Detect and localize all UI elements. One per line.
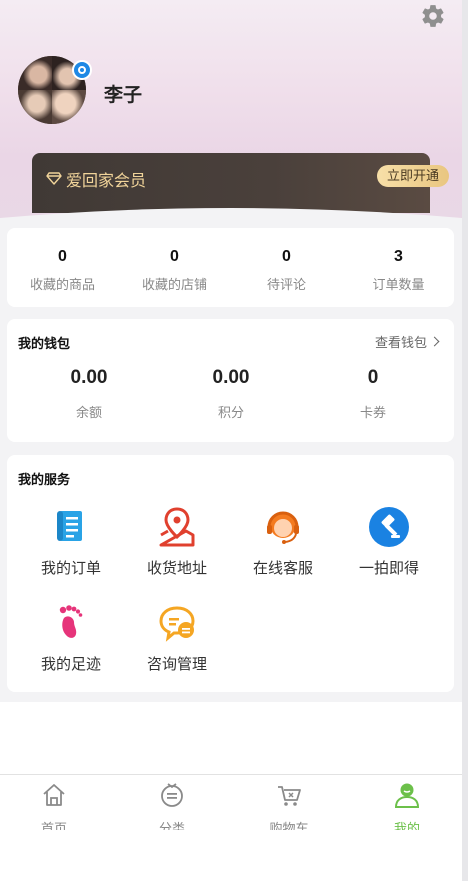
service-online-support[interactable]: 在线客服	[231, 505, 335, 578]
services-title: 我的服务	[18, 472, 71, 487]
tab-label: 首页	[40, 821, 67, 830]
avatar-photo-3	[18, 90, 52, 124]
wallet-label: 余额	[75, 405, 102, 420]
service-label: 一拍即得	[358, 560, 419, 577]
tab-mine[interactable]: 我的	[362, 781, 452, 830]
wallet-coupons[interactable]: 0 卡券	[303, 367, 443, 421]
cart-icon	[278, 786, 301, 806]
activate-membership-button[interactable]: 立即开通	[377, 165, 449, 187]
stat-value: 0	[58, 248, 67, 265]
wallet-card: 我的钱包 查看钱包 0.00 余额 0.00 积分 0 卡券	[7, 319, 454, 442]
tab-home[interactable]: 首页	[9, 781, 99, 830]
member-title: 爱回家会员	[66, 173, 147, 190]
service-label: 我的足迹	[40, 656, 101, 673]
verified-badge-icon	[72, 60, 92, 80]
bottom-tab-bar: 首页 分类 购物车 我的	[0, 774, 462, 830]
tab-label: 购物车	[269, 821, 309, 830]
stat-value: 3	[394, 248, 403, 265]
auction-hammer-icon	[369, 507, 409, 547]
empty-content-area	[0, 702, 462, 774]
stat-label: 待评论	[266, 277, 306, 292]
scrollbar-track[interactable]	[462, 0, 468, 881]
wallet-label: 卡券	[359, 405, 386, 420]
service-label: 收货地址	[146, 560, 207, 577]
wallet-label: 积分	[217, 405, 244, 420]
avatar-photo-1	[18, 56, 52, 90]
stat-label: 订单数量	[372, 277, 425, 292]
service-label: 咨询管理	[146, 656, 207, 673]
stats-card: 0 收藏的商品 0 收藏的店铺 0 待评论 3 订单数量	[7, 228, 454, 307]
footprint-icon	[59, 605, 83, 638]
tab-label: 分类	[158, 821, 185, 830]
category-icon	[161, 783, 183, 807]
map-pin-icon	[159, 507, 195, 547]
home-icon	[43, 784, 65, 806]
order-list-icon	[57, 511, 82, 541]
wallet-value: 0.00	[212, 367, 250, 388]
service-instant-auction[interactable]: 一拍即得	[337, 505, 441, 578]
services-card: 我的服务 我的订单 收货地址 在线客服 一拍即得 我的足迹 咨询管理	[7, 455, 454, 692]
chat-bubble-icon	[159, 606, 195, 642]
avatar-photo-4	[52, 90, 86, 124]
service-shipping-address[interactable]: 收货地址	[125, 505, 229, 578]
user-icon	[394, 783, 420, 808]
app-screen: 李子 爱回家会员 立即开通 0 收藏的商品 0 收藏的店铺 0 待评论 3 订单…	[0, 0, 462, 830]
tab-category[interactable]: 分类	[127, 781, 217, 830]
wallet-title: 我的钱包	[18, 336, 71, 351]
stat-value: 0	[282, 248, 291, 265]
view-wallet-link[interactable]: 查看钱包	[375, 332, 440, 351]
stat-label: 收藏的商品	[29, 277, 95, 292]
service-my-footprints[interactable]: 我的足迹	[19, 601, 123, 674]
service-consultation[interactable]: 咨询管理	[125, 601, 229, 674]
wallet-value: 0	[367, 367, 379, 388]
service-my-orders[interactable]: 我的订单	[19, 505, 123, 578]
wallet-balance[interactable]: 0.00 余额	[19, 367, 159, 421]
stat-label: 收藏的店铺	[141, 277, 207, 292]
chevron-right-icon	[429, 336, 440, 347]
view-wallet-label: 查看钱包	[375, 335, 428, 350]
settings-gear-icon[interactable]	[420, 3, 446, 29]
service-label: 在线客服	[252, 560, 313, 577]
service-label: 我的订单	[40, 560, 101, 577]
tab-label: 我的	[393, 821, 420, 830]
tab-cart[interactable]: 购物车	[244, 781, 334, 830]
diamond-icon	[46, 172, 62, 185]
wallet-value: 0.00	[70, 367, 108, 388]
stat-value: 0	[170, 248, 179, 265]
wallet-points[interactable]: 0.00 积分	[161, 367, 301, 421]
username: 李子	[104, 85, 143, 106]
headset-icon	[267, 511, 299, 544]
